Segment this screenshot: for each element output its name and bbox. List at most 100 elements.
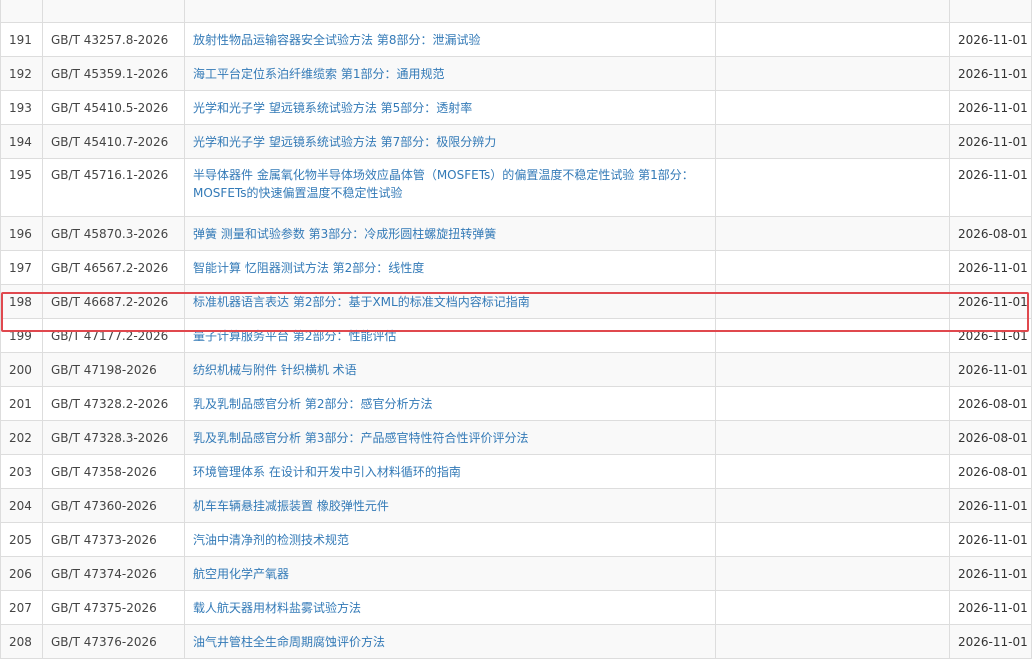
table-row: 192 GB/T 45359.1-2026 海工平台定位系泊纤维缆索 第1部分：… (0, 56, 1032, 91)
effective-date-cell: 2026-11-01 (949, 158, 1032, 217)
standard-code-cell: GB/T 46567.2-2026 (42, 250, 185, 285)
standard-title-link[interactable]: 航空用化学产氧器 (193, 567, 289, 581)
standard-title-cell: 光学和光子学 望远镜系统试验方法 第5部分：透射率 (184, 90, 716, 125)
standard-code-cell: GB/T 47328.3-2026 (42, 420, 185, 455)
blank-cell (715, 250, 950, 285)
effective-date-cell: 2026-08-01 (949, 420, 1032, 455)
standard-title-cell: 乳及乳制品感官分析 第2部分：感官分析方法 (184, 386, 716, 421)
table-row: 195 GB/T 45716.1-2026 半导体器件 金属氧化物半导体场效应晶… (0, 158, 1032, 217)
table-row: 197 GB/T 46567.2-2026 智能计算 忆阻器测试方法 第2部分：… (0, 250, 1032, 285)
row-number-cell: 201 (0, 386, 43, 421)
standard-title-link[interactable]: 乳及乳制品感官分析 第3部分：产品感官特性符合性评价评分法 (193, 431, 528, 445)
standard-title-link[interactable]: 纺织机械与附件 针织横机 术语 (193, 363, 357, 377)
standard-title-link[interactable]: 海工平台定位系泊纤维缆索 第1部分：通用规范 (193, 67, 444, 81)
standard-code-cell: GB/T 46687.2-2026 (42, 284, 185, 319)
blank-cell (715, 284, 950, 319)
table-row: 191 GB/T 43257.8-2026 放射性物品运输容器安全试验方法 第8… (0, 22, 1032, 57)
blank-cell (715, 318, 950, 353)
effective-date-cell: 2026-11-01 (949, 124, 1032, 159)
standard-title-link[interactable]: 光学和光子学 望远镜系统试验方法 第5部分：透射率 (193, 101, 472, 115)
standard-code-cell: GB/T 47375-2026 (42, 590, 185, 625)
row-number-cell: 199 (0, 318, 43, 353)
standard-title-link[interactable]: 汽油中清净剂的检测技术规范 (193, 533, 349, 547)
standard-code-cell: GB/T 47360-2026 (42, 488, 185, 523)
blank-cell (715, 90, 950, 125)
standard-title-cell: 智能计算 忆阻器测试方法 第2部分：线性度 (184, 250, 716, 285)
standard-title-link[interactable]: 弹簧 测量和试验参数 第3部分：冷成形圆柱螺旋扭转弹簧 (193, 227, 496, 241)
row-number-cell: 202 (0, 420, 43, 455)
row-number-cell: 204 (0, 488, 43, 523)
row-number-cell: 203 (0, 454, 43, 489)
standard-title-cell: 载人航天器用材料盐雾试验方法 (184, 590, 716, 625)
standard-title-cell: 航空用化学产氧器 (184, 556, 716, 591)
blank-cell (715, 0, 950, 23)
standard-title-cell: 半导体器件 金属氧化物半导体场效应晶体管（MOSFETs）的偏置温度不稳定性试验… (184, 158, 716, 217)
row-number-cell: 198 (0, 284, 43, 319)
effective-date-cell (949, 0, 1032, 23)
standard-title-link[interactable]: 标准机器语言表达 第2部分：基于XML的标准文档内容标记指南 (193, 295, 530, 309)
blank-cell (715, 22, 950, 57)
standard-title-link[interactable]: 乳及乳制品感官分析 第2部分：感官分析方法 (193, 397, 432, 411)
standard-title-link[interactable]: 环境管理体系 在设计和开发中引入材料循环的指南 (193, 465, 461, 479)
table-row: 200 GB/T 47198-2026 纺织机械与附件 针织横机 术语 2026… (0, 352, 1032, 387)
standard-code-cell: GB/T 47376-2026 (42, 624, 185, 659)
row-number-cell: 208 (0, 624, 43, 659)
row-number-cell: 205 (0, 522, 43, 557)
standard-code-cell: GB/T 45870.3-2026 (42, 216, 185, 251)
row-number-cell: 206 (0, 556, 43, 591)
standard-code-cell: GB/T 45716.1-2026 (42, 158, 185, 217)
blank-cell (715, 624, 950, 659)
standard-code-cell: GB/T 47374-2026 (42, 556, 185, 591)
standard-code-cell: GB/T 47358-2026 (42, 454, 185, 489)
blank-cell (715, 56, 950, 91)
standard-code-cell: GB/T 45410.5-2026 (42, 90, 185, 125)
blank-cell (715, 420, 950, 455)
standard-title-link[interactable]: 载人航天器用材料盐雾试验方法 (193, 601, 361, 615)
row-number-cell: 196 (0, 216, 43, 251)
effective-date-cell: 2026-11-01 (949, 624, 1032, 659)
table-row: 203 GB/T 47358-2026 环境管理体系 在设计和开发中引入材料循环… (0, 454, 1032, 489)
effective-date-cell: 2026-08-01 (949, 454, 1032, 489)
row-number-cell (0, 0, 43, 23)
blank-cell (715, 522, 950, 557)
standard-title-cell: 标准机器语言表达 第2部分：基于XML的标准文档内容标记指南 (184, 284, 716, 319)
standard-title-cell: 弹簧 测量和试验参数 第3部分：冷成形圆柱螺旋扭转弹簧 (184, 216, 716, 251)
effective-date-cell: 2026-11-01 (949, 556, 1032, 591)
effective-date-cell: 2026-11-01 (949, 56, 1032, 91)
standard-title-link[interactable]: 机车车辆悬挂减振装置 橡胶弹性元件 (193, 499, 389, 513)
standard-code-cell: GB/T 43257.8-2026 (42, 22, 185, 57)
table-row-highlighted: 199 GB/T 47177.2-2026 量子计算服务平台 第2部分：性能评估… (0, 318, 1032, 353)
standard-code-cell: GB/T 47328.2-2026 (42, 386, 185, 421)
standard-title-cell: 环境管理体系 在设计和开发中引入材料循环的指南 (184, 454, 716, 489)
row-number-cell: 194 (0, 124, 43, 159)
effective-date-cell: 2026-11-01 (949, 22, 1032, 57)
blank-cell (715, 590, 950, 625)
standard-title-cell: 光学和光子学 望远镜系统试验方法 第7部分：极限分辨力 (184, 124, 716, 159)
standard-title-link[interactable]: 放射性物品运输容器安全试验方法 第8部分：泄漏试验 (193, 33, 480, 47)
table-row: 196 GB/T 45870.3-2026 弹簧 测量和试验参数 第3部分：冷成… (0, 216, 1032, 251)
standard-title-link[interactable]: 光学和光子学 望远镜系统试验方法 第7部分：极限分辨力 (193, 135, 496, 149)
standard-title-cell: 纺织机械与附件 针织横机 术语 (184, 352, 716, 387)
standard-title-cell: 汽油中清净剂的检测技术规范 (184, 522, 716, 557)
standards-table: 191 GB/T 43257.8-2026 放射性物品运输容器安全试验方法 第8… (0, 0, 1032, 659)
standard-title-link[interactable]: 量子计算服务平台 第2部分：性能评估 (193, 329, 396, 343)
standard-code-cell: GB/T 47198-2026 (42, 352, 185, 387)
table-row: 198 GB/T 46687.2-2026 标准机器语言表达 第2部分：基于XM… (0, 284, 1032, 319)
row-number-cell: 193 (0, 90, 43, 125)
table-row: 205 GB/T 47373-2026 汽油中清净剂的检测技术规范 2026-1… (0, 522, 1032, 557)
blank-cell (715, 556, 950, 591)
standard-title-link[interactable]: 智能计算 忆阻器测试方法 第2部分：线性度 (193, 261, 424, 275)
effective-date-cell: 2026-08-01 (949, 216, 1032, 251)
standard-title-link[interactable]: 半导体器件 金属氧化物半导体场效应晶体管（MOSFETs）的偏置温度不稳定性试验… (193, 168, 694, 200)
table-row: 207 GB/T 47375-2026 载人航天器用材料盐雾试验方法 2026-… (0, 590, 1032, 625)
standard-code-cell: GB/T 47177.2-2026 (42, 318, 185, 353)
effective-date-cell: 2026-11-01 (949, 318, 1032, 353)
row-number-cell: 191 (0, 22, 43, 57)
effective-date-cell: 2026-11-01 (949, 352, 1032, 387)
effective-date-cell: 2026-11-01 (949, 250, 1032, 285)
blank-cell (715, 158, 950, 217)
standard-code-cell (42, 0, 185, 23)
blank-cell (715, 386, 950, 421)
blank-cell (715, 488, 950, 523)
effective-date-cell: 2026-08-01 (949, 386, 1032, 421)
